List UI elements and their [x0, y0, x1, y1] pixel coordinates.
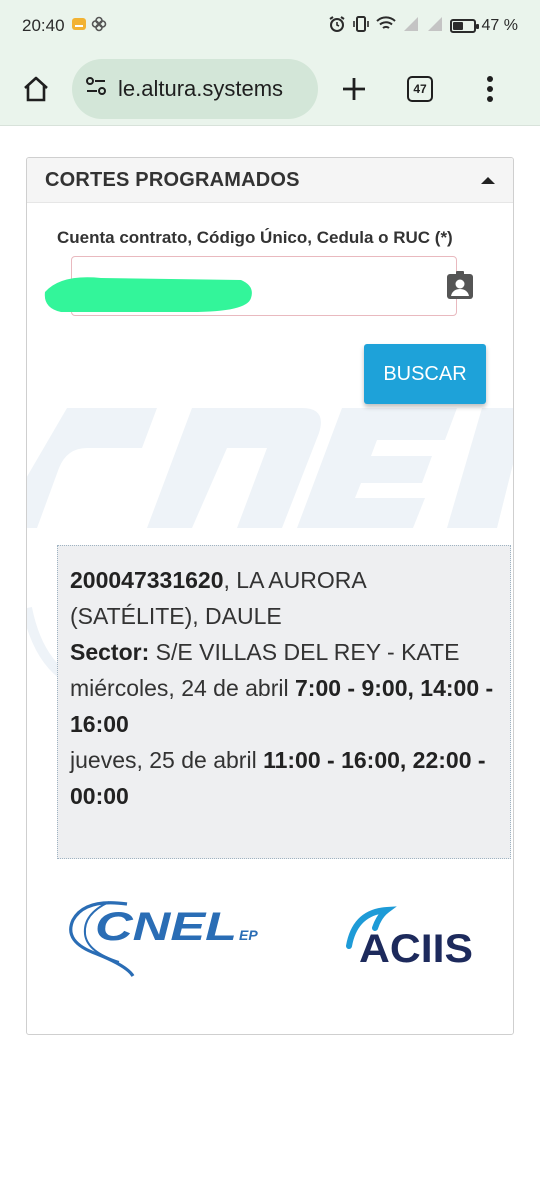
signal-icon-2 — [426, 16, 444, 37]
status-bar: 20:40 47 % — [0, 0, 540, 52]
home-icon — [24, 76, 48, 101]
battery-percent: 47 % — [481, 17, 518, 34]
overflow-menu-icon — [487, 75, 493, 102]
alarm-icon — [328, 15, 346, 38]
schedule-day-1: miércoles, 24 de abril 7:00 - 9:00, 14:0… — [70, 670, 498, 742]
cnel-logo: CNEL EP — [69, 901, 258, 977]
redaction-scribble — [44, 277, 252, 312]
fan-icon — [91, 16, 107, 37]
result-location-line: 200047331620, LA AURORA (SATÉLITE), DAUL… — [70, 562, 498, 634]
day-2-date: jueves, 25 de abril — [70, 747, 264, 773]
account-number: 200047331620 — [70, 567, 224, 593]
battery-level — [452, 22, 463, 30]
scheduled-outages-card: CORTES PROGRAMADOS Cuenta contrato, Códi… — [26, 157, 514, 1035]
url-text[interactable]: le.altura.systems — [118, 76, 283, 102]
result-sector-line: Sector: S/E VILLAS DEL REY - KATE — [70, 634, 498, 670]
collapse-caret-icon[interactable] — [481, 176, 495, 184]
battery-icon — [449, 19, 479, 33]
account-field-label: Cuenta contrato, Código Único, Cedula o … — [57, 228, 453, 247]
status-time: 20:40 — [22, 16, 65, 35]
cnel-logo-text: CNEL — [95, 905, 237, 949]
new-tab-button[interactable] — [332, 67, 376, 111]
new-tab-plus-icon — [343, 77, 365, 100]
browser-toolbar: le.altura.systems 47 — [0, 52, 540, 126]
aciis-logo-text: ACIIS — [359, 927, 473, 970]
overflow-menu-button[interactable] — [468, 67, 512, 111]
tab-switcher-icon: 47 — [407, 75, 433, 102]
tab-switcher-button[interactable]: 47 — [398, 67, 442, 111]
site-settings-icon[interactable] — [84, 74, 108, 103]
signal-icon-1 — [402, 16, 420, 37]
search-button[interactable]: BUSCAR — [364, 344, 486, 404]
card-title: CORTES PROGRAMADOS — [45, 168, 300, 191]
contact-card-icon[interactable] — [445, 270, 475, 300]
card-header[interactable]: CORTES PROGRAMADOS — [27, 158, 513, 203]
day-1-date: miércoles, 24 de abril — [70, 675, 295, 701]
outage-result-panel: 200047331620, LA AURORA (SATÉLITE), DAUL… — [57, 545, 511, 859]
sector-value: S/E VILLAS DEL REY - KATE — [149, 639, 460, 665]
aciis-logo: ACIIS — [346, 906, 473, 970]
vibrate-icon — [352, 15, 370, 38]
home-button[interactable] — [14, 67, 58, 111]
wifi-icon — [375, 15, 396, 37]
schedule-day-2: jueves, 25 de abril 11:00 - 16:00, 22:00… — [70, 742, 498, 814]
notification-icon — [71, 16, 87, 37]
cnel-logo-suffix: EP — [239, 927, 258, 943]
sector-label: Sector: — [70, 639, 150, 665]
address-bar[interactable]: le.altura.systems — [72, 58, 318, 119]
